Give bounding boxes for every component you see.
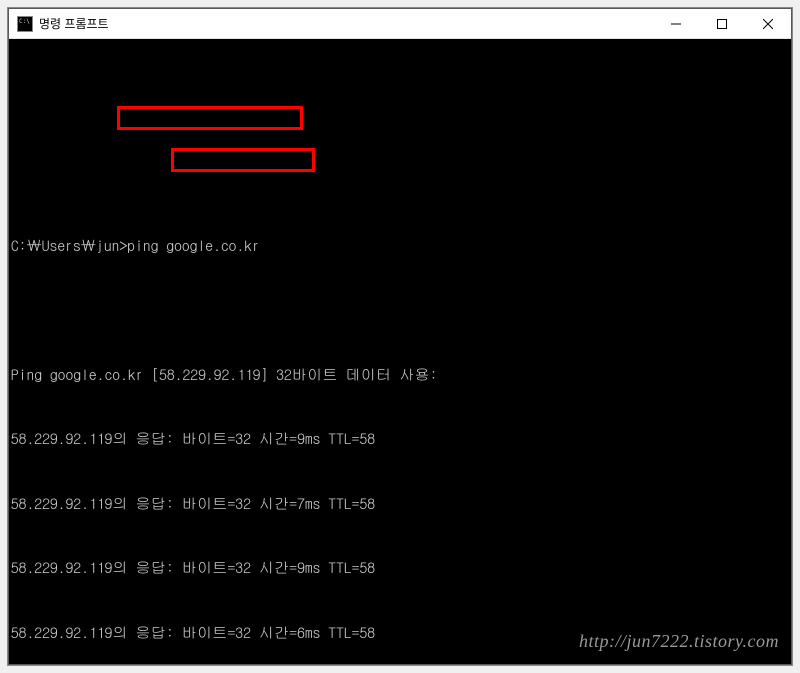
terminal-line: 58.229.92.119의 응답: 바이트=32 시간=7ms TTL=58 [9,493,791,515]
terminal-line: C:￦Users￦jun>ping google.co.kr [9,235,791,257]
highlight-command [117,106,303,130]
window-controls [653,9,791,38]
window-title: 명령 프롬프트 [39,15,653,32]
command-prompt-window: 명령 프롬프트 C:￦Users￦jun>ping google.co.kr P… [8,8,792,665]
titlebar[interactable]: 명령 프롬프트 [9,9,791,39]
terminal-line: Ping google.co.kr [58.229.92.119] 32바이트 … [9,364,791,386]
terminal-line: 58.229.92.119의 응답: 바이트=32 시간=9ms TTL=58 [9,428,791,450]
maximize-button[interactable] [699,9,745,38]
terminal-line [9,170,791,192]
terminal-area[interactable]: C:￦Users￦jun>ping google.co.kr Ping goog… [9,39,791,664]
terminal-content: C:￦Users￦jun>ping google.co.kr Ping goog… [9,84,791,664]
highlight-ip [171,148,315,172]
maximize-icon [717,19,727,29]
terminal-line: 58.229.92.119의 응답: 바이트=32 시간=6ms TTL=58 [9,622,791,644]
cmd-icon [17,16,33,32]
close-button[interactable] [745,9,791,38]
terminal-line [9,299,791,321]
minimize-button[interactable] [653,9,699,38]
close-icon [763,19,773,29]
minimize-icon [671,19,681,29]
terminal-line: 58.229.92.119의 응답: 바이트=32 시간=9ms TTL=58 [9,557,791,579]
